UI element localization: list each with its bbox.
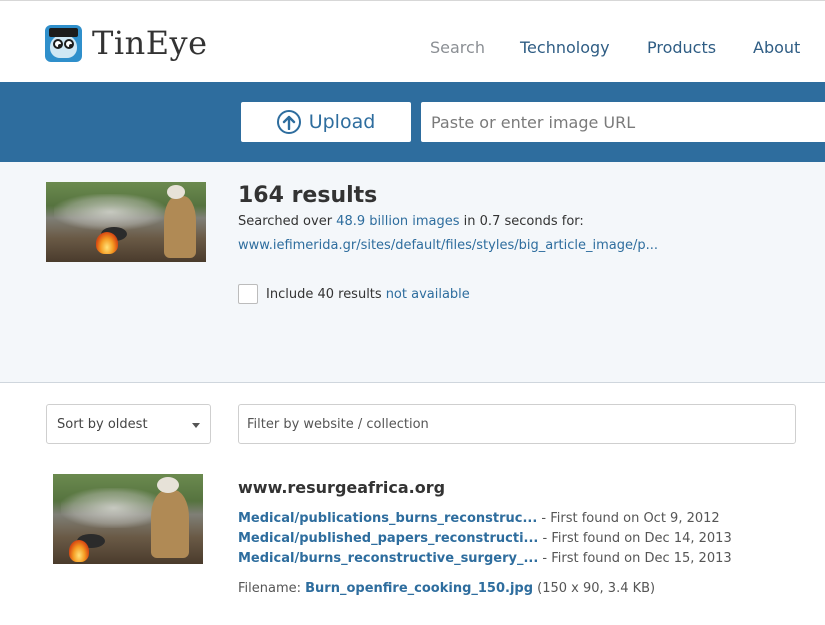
- tineye-logo[interactable]: TinEye: [45, 24, 208, 62]
- query-url-link[interactable]: www.iefimerida.gr/sites/default/files/st…: [238, 238, 658, 253]
- logo-text: TinEye: [92, 24, 208, 62]
- index-size-link[interactable]: 48.9 billion images: [336, 214, 459, 229]
- result-match: Medical/published_papers_reconstructi...…: [238, 531, 732, 546]
- result-match: Medical/publications_burns_reconstruc...…: [238, 511, 720, 526]
- upload-arrow-icon: [276, 110, 301, 134]
- include-unavailable-option: Include 40 results not available: [238, 284, 470, 304]
- match-link[interactable]: Medical/burns_reconstructive_surgery_...: [238, 551, 538, 566]
- searched-info: Searched over 48.9 billion images in 0.7…: [238, 214, 584, 229]
- not-available-link[interactable]: not available: [386, 287, 470, 302]
- result-match: Medical/burns_reconstructive_surgery_...…: [238, 551, 732, 566]
- upload-label: Upload: [308, 111, 376, 133]
- image-url-input[interactable]: [421, 102, 825, 142]
- result-domain[interactable]: www.resurgeafrica.org: [238, 478, 445, 497]
- search-bar: Upload: [0, 82, 825, 162]
- website-filter-input[interactable]: [238, 404, 796, 444]
- result-filename: Filename: Burn_openfire_cooking_150.jpg …: [238, 581, 656, 596]
- chevron-down-icon: [192, 423, 200, 428]
- results-summary: 164 results Searched over 48.9 billion i…: [0, 162, 825, 383]
- upload-button[interactable]: Upload: [241, 102, 411, 142]
- nav-technology[interactable]: Technology: [520, 38, 610, 57]
- match-link[interactable]: Medical/published_papers_reconstructi...: [238, 531, 538, 546]
- include-checkbox[interactable]: [238, 284, 258, 304]
- nav-search[interactable]: Search: [430, 38, 485, 57]
- query-image-thumbnail[interactable]: [46, 182, 206, 262]
- filename-link[interactable]: Burn_openfire_cooking_150.jpg: [305, 581, 533, 596]
- nav-products[interactable]: Products: [647, 38, 716, 57]
- sort-dropdown[interactable]: Sort by oldest: [46, 404, 211, 444]
- robot-logo-icon: [45, 24, 82, 62]
- match-link[interactable]: Medical/publications_burns_reconstruc...: [238, 511, 537, 526]
- result-image-thumbnail[interactable]: [53, 474, 203, 564]
- site-header: TinEye Search Technology Products About: [0, 0, 825, 82]
- result-count: 164 results: [238, 183, 378, 208]
- nav-about[interactable]: About: [753, 38, 800, 57]
